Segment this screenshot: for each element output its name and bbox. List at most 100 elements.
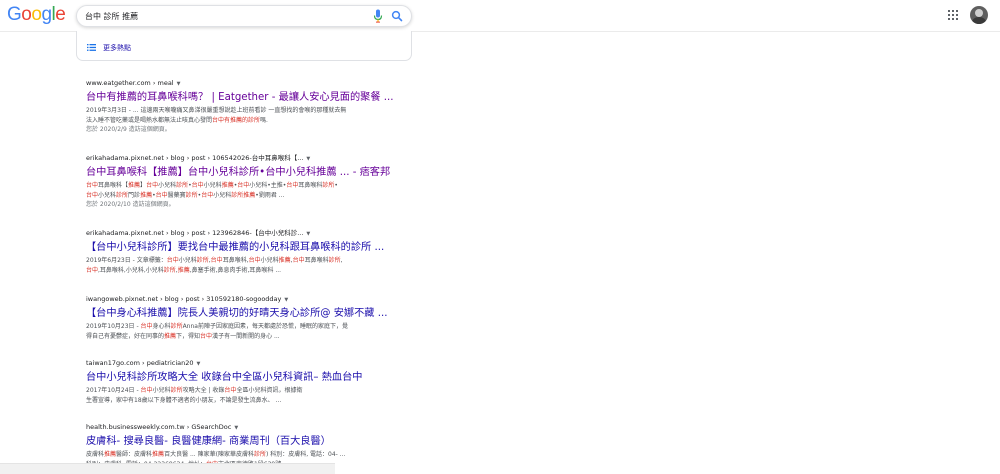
result-snippet: 2019年10月23日 - 台中身心科診所Anna前陣子因家庭因素，每天都處於恐… — [86, 322, 416, 341]
snippet-keyword: 台中 — [86, 266, 99, 274]
snippet-text: 小兒科 — [158, 182, 177, 189]
snippet-keyword: 台中 — [201, 191, 214, 199]
snippet-line: 台中小兒科診所門診推薦•台中醫藥寶診所•台中小兒科診所推薦•劉雨君 ... — [86, 191, 416, 201]
snippet-keyword: 診所 — [176, 182, 189, 189]
snippet-text: ,耳鼻喉科,小兒科,小兒科 — [98, 266, 164, 274]
result-snippet: 台中耳鼻喉科【推薦】台中小兒科診所•台中小兒科推薦•台中小兒科•主推•台中耳鼻喉… — [86, 181, 416, 200]
result-title-link[interactable]: 【台中小兒科診所】要找台中最推薦的小兒科跟耳鼻喉科的診所 ... — [86, 241, 416, 255]
snippet-keyword: 台中 — [155, 191, 168, 199]
visited-note: 您於 2020/2/10 造訪這個網頁。 — [86, 201, 175, 208]
snippet-text: 身心科 — [152, 323, 171, 330]
result-title-link[interactable]: 皮膚科- 搜尋良醫- 良醫健康網- 商業周刊（百大良醫） — [86, 435, 416, 449]
search-icon[interactable] — [391, 9, 403, 23]
snippet-text: 小兒科 — [260, 257, 279, 264]
snippet-text: , — [340, 257, 343, 264]
snippet-keyword: 台中 — [224, 387, 237, 394]
snippet-keyword: 推薦 — [164, 332, 177, 340]
snippet-text: 小兒科 — [203, 182, 222, 189]
google-logo[interactable]: Google — [7, 4, 66, 26]
snippet-text: 得自己有憂鬱症，好在同事的 — [86, 332, 165, 340]
logo-letter: g — [41, 4, 52, 25]
more-results-panel: 更多熱點 — [76, 31, 412, 61]
snippet-text: ,鼻塞手術,鼻息肉手術,耳鼻喉科 ... — [189, 266, 282, 274]
snippet-text: 百大良醫 ... 陳家華(陳家華皮膚科 — [164, 451, 254, 458]
snippet-line: 2019年10月23日 - 台中身心科診所Anna前陣子因家庭因素，每天都處於恐… — [86, 322, 416, 332]
logo-letter: e — [55, 4, 66, 25]
caret-down-icon[interactable]: ▼ — [177, 81, 181, 87]
snippet-keyword: 台中 — [200, 332, 213, 340]
caret-down-icon[interactable]: ▼ — [197, 361, 201, 367]
snippet-keyword: 診所 — [328, 257, 341, 264]
result-url[interactable]: erikahadama.pixnet.net › blog › post › 1… — [86, 154, 416, 163]
list-icon — [87, 44, 96, 51]
search-result: iwangoweb.pixnet.net › blog › post › 310… — [86, 295, 416, 341]
snippet-keyword: 台中 — [191, 182, 204, 189]
caret-down-icon[interactable]: ▼ — [284, 297, 288, 303]
snippet-keyword: 推薦 — [104, 451, 117, 458]
snippet-keyword: 台中 — [292, 257, 305, 264]
search-box[interactable] — [76, 5, 412, 27]
snippet-text: ) 科別：皮膚科, 電話：04- ... — [265, 451, 346, 458]
snippet-text: 漢子有一間新開的身心 ... — [212, 332, 280, 340]
horizontal-scrollbar[interactable] — [0, 463, 335, 474]
caret-down-icon[interactable]: ▼ — [306, 156, 310, 162]
snippet-text: 醫師：皮膚科 — [116, 451, 153, 458]
snippet-keyword: 推薦 — [140, 191, 153, 199]
search-result: erikahadama.pixnet.net › blog › post › 1… — [86, 154, 416, 210]
account-avatar[interactable] — [970, 6, 988, 24]
snippet-line: 台中,耳鼻喉科,小兒科,小兒科診所,推薦,鼻塞手術,鼻息肉手術,耳鼻喉科 ... — [86, 266, 416, 276]
snippet-text: 下，得知 — [176, 332, 201, 340]
snippet-keyword: 診所 — [163, 266, 176, 274]
result-title-link[interactable]: 台中有推薦的耳鼻喉科嗎？ | Eatgether - 最讓人安心見面的聚餐 ..… — [86, 91, 416, 105]
snippet-text: 小兒科 — [98, 191, 117, 199]
logo-letter: G — [7, 4, 22, 25]
snippet-text: 攻略大全 | 收錄 — [182, 387, 225, 394]
more-results-link[interactable]: 更多熱點 — [103, 43, 131, 53]
result-title-link[interactable]: 【台中身心科推薦】院長人美親切的好晴天身心診所@ 安娜不藏 ... — [86, 307, 416, 321]
result-url[interactable]: www.eatgether.com › meal ▼ — [86, 79, 416, 88]
result-url[interactable]: taiwan17go.com › pediatrician20 ▼ — [86, 359, 416, 368]
result-url[interactable]: erikahadama.pixnet.net › blog › post › 1… — [86, 229, 416, 238]
caret-down-icon[interactable]: ▼ — [234, 425, 238, 431]
snippet-keyword: 台中 — [86, 182, 99, 189]
snippet-keyword: 推薦 — [278, 257, 291, 264]
result-url[interactable]: health.businessweekly.com.tw › GSearchDo… — [86, 423, 416, 432]
result-snippet: 2019年3月3日 - ... 這邊兩天喉嚨痛又鼻涕很嚴重想說趁上班前看診 一直… — [86, 106, 416, 125]
snippet-text: •劉雨君 ... — [255, 191, 285, 199]
snippet-keyword: 台中 — [146, 182, 159, 189]
result-url[interactable]: iwangoweb.pixnet.net › blog › post › 310… — [86, 295, 416, 304]
snippet-keyword: 診所 — [116, 191, 129, 199]
snippet-keyword: 診所 — [185, 191, 198, 199]
caret-down-icon[interactable]: ▼ — [306, 231, 310, 237]
search-result: www.eatgether.com › meal ▼ 台中有推薦的耳鼻喉科嗎？ |… — [86, 79, 416, 135]
snippet-text: 2019年10月23日 - — [86, 323, 141, 330]
snippet-text: 耳鼻喉科 — [304, 257, 329, 264]
snippet-text: 小兒科•主推• — [249, 182, 287, 189]
snippet-keyword: 台中 — [140, 323, 153, 330]
snippet-keyword: 推薦 — [152, 451, 165, 458]
snippet-keyword: 台中 — [86, 191, 99, 199]
apps-grid-icon[interactable] — [948, 10, 958, 20]
snippet-text: 醫藥寶 — [167, 191, 186, 199]
snippet-keyword: 診所 — [231, 191, 244, 199]
snippet-text: • — [334, 182, 338, 189]
result-title-link[interactable]: 台中小兒科診所攻略大全 收錄台中全區小兒科資訊– 熱血台中 — [86, 371, 416, 385]
snippet-keyword: 台中 — [286, 182, 299, 189]
microphone-icon[interactable] — [373, 9, 383, 23]
snippet-text: 耳鼻喉科 — [298, 182, 323, 189]
snippet-text: 2019年6月23日 - 文章標籤： — [86, 257, 167, 264]
search-result: erikahadama.pixnet.net › blog › post › 1… — [86, 229, 416, 275]
snippet-text: 小兒科 — [213, 191, 232, 199]
snippet-keyword: 診所 — [196, 257, 209, 264]
snippet-keyword: 台中 — [140, 387, 153, 394]
snippet-text: 耳鼻喉科【 — [98, 182, 129, 189]
snippet-line: 生署宣導，家中有18歲以下身體不適者的小朋友，不論是發生流鼻水、 ... — [86, 396, 416, 406]
snippet-keyword: 推薦 — [177, 266, 190, 274]
snippet-text: 全區小兒科資訊，根據衛 — [236, 387, 303, 394]
snippet-text: 門診 — [128, 191, 141, 199]
result-title-link[interactable]: 台中耳鼻喉科【推薦】台中小兒科診所•台中小兒科推薦 ... - 痞客邦 — [86, 166, 416, 180]
search-input[interactable] — [85, 8, 355, 24]
snippet-keyword: 診所 — [170, 387, 183, 394]
result-snippet: 2019年6月23日 - 文章標籤：台中小兒科診所,台中耳鼻喉科,台中小兒科推薦… — [86, 256, 416, 275]
logo-letter: o — [21, 4, 32, 25]
